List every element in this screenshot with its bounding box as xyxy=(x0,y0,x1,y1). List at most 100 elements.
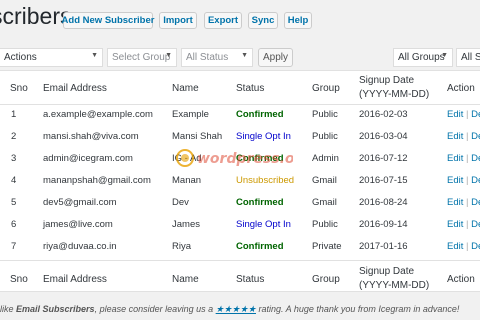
delete-link[interactable]: Del xyxy=(471,219,480,230)
add-new-subscriber-button[interactable]: Add New Subscriber xyxy=(62,12,154,29)
all-groups-select[interactable]: All Groups ▼ xyxy=(393,48,453,67)
row-name: Mansi Shah xyxy=(172,131,223,142)
foot-col-sno[interactable]: Sno xyxy=(10,274,28,285)
delete-link[interactable]: Del xyxy=(471,153,480,164)
edit-link[interactable]: Edit xyxy=(447,241,463,252)
row-group: Public xyxy=(312,131,338,142)
edit-link[interactable]: Edit xyxy=(447,197,463,208)
col-signup-date-format: (YYYY-MM-DD) xyxy=(359,89,430,100)
edit-link[interactable]: Edit xyxy=(447,153,463,164)
delete-link[interactable]: Del xyxy=(471,175,480,186)
row-actions: Edit | Del xyxy=(447,241,480,252)
row-status: Unsubscribed xyxy=(236,175,295,186)
action-separator: | xyxy=(463,109,472,120)
col-status[interactable]: Status xyxy=(236,83,264,94)
row-signup-date: 2017-01-16 xyxy=(359,241,408,252)
row-email: riya@duvaa.co.in xyxy=(43,241,117,252)
bulk-actions-select[interactable]: Actions ▼ xyxy=(0,48,103,67)
row-name: Riya xyxy=(172,241,192,252)
row-status: Single Opt In xyxy=(236,131,291,142)
foot-col-signup-date[interactable]: Signup Date xyxy=(359,266,414,277)
all-status-select[interactable]: All Status ▼ xyxy=(181,48,253,67)
row-name: Dev xyxy=(172,197,189,208)
all-groups-label: All Groups xyxy=(398,52,445,63)
export-button[interactable]: Export xyxy=(204,12,242,29)
bulk-actions-label: Actions xyxy=(4,52,37,63)
row-group: Public xyxy=(312,109,338,120)
import-button[interactable]: Import xyxy=(159,12,197,29)
row-actions: Edit | Del xyxy=(447,131,480,142)
rating-stars-link[interactable]: ★★★★★ xyxy=(216,304,256,314)
row-email: a.example@example.com xyxy=(43,109,153,120)
row-actions: Edit | Del xyxy=(447,197,480,208)
row-status: Confirmed xyxy=(236,109,284,120)
row-group: Public xyxy=(312,219,338,230)
row-email: mansi.shah@viva.com xyxy=(43,131,139,142)
select-group-select[interactable]: Select Group ▼ xyxy=(107,48,177,67)
action-separator: | xyxy=(463,197,472,208)
row-email: admin@icegram.com xyxy=(43,153,133,164)
col-signup-date[interactable]: Signup Date xyxy=(359,75,414,86)
foot-col-signup-date-format: (YYYY-MM-DD) xyxy=(359,280,430,291)
edit-link[interactable]: Edit xyxy=(447,219,463,230)
chevron-down-icon: ▼ xyxy=(441,52,448,59)
rating-footer: like Email Subscribers, please consider … xyxy=(0,304,459,315)
all-status-filter-label: All S xyxy=(461,52,480,63)
row-sno: 7 xyxy=(11,241,17,252)
edit-link[interactable]: Edit xyxy=(447,175,463,186)
row-sno: 3 xyxy=(11,153,17,164)
action-separator: | xyxy=(463,241,472,252)
row-actions: Edit | Del xyxy=(447,153,480,164)
chevron-down-icon: ▼ xyxy=(165,52,172,59)
col-sno[interactable]: Sno xyxy=(10,83,28,94)
col-group[interactable]: Group xyxy=(312,83,340,94)
col-name[interactable]: Name xyxy=(172,83,199,94)
row-sno: 1 xyxy=(11,109,17,120)
row-email: james@live.com xyxy=(43,219,113,230)
action-separator: | xyxy=(463,131,472,142)
row-status: Confirmed xyxy=(236,241,284,252)
select-group-label: Select Group xyxy=(112,52,171,63)
delete-link[interactable]: Del xyxy=(471,109,480,120)
edit-link[interactable]: Edit xyxy=(447,131,463,142)
delete-link[interactable]: Del xyxy=(471,131,480,142)
foot-col-group[interactable]: Group xyxy=(312,274,340,285)
row-signup-date: 2016-07-12 xyxy=(359,153,408,164)
footer-prefix: like xyxy=(0,304,17,314)
row-sno: 4 xyxy=(11,175,17,186)
row-group: Gmail xyxy=(312,197,337,208)
row-actions: Edit | Del xyxy=(447,175,480,186)
row-sno: 6 xyxy=(11,219,17,230)
row-signup-date: 2016-02-03 xyxy=(359,109,408,120)
col-email[interactable]: Email Address xyxy=(43,83,107,94)
footer-middle: , please consider leaving us a xyxy=(94,304,216,314)
row-status: Confirmed xyxy=(236,153,284,164)
foot-col-status[interactable]: Status xyxy=(236,274,264,285)
row-status: Confirmed xyxy=(236,197,284,208)
sync-button[interactable]: Sync xyxy=(248,12,278,29)
all-status-label: All Status xyxy=(186,52,229,63)
row-name: Manan xyxy=(172,175,202,186)
action-separator: | xyxy=(463,175,472,186)
row-signup-date: 2016-07-15 xyxy=(359,175,408,186)
row-actions: Edit | Del xyxy=(447,219,480,230)
footer-suffix: rating. A huge thank you from Icegram in… xyxy=(255,304,460,314)
row-name: Example xyxy=(172,109,209,120)
row-signup-date: 2016-08-24 xyxy=(359,197,408,208)
row-signup-date: 2016-03-04 xyxy=(359,131,408,142)
chevron-down-icon: ▼ xyxy=(241,52,248,59)
col-action: Action xyxy=(447,83,475,94)
delete-link[interactable]: Del xyxy=(471,197,480,208)
row-actions: Edit | Del xyxy=(447,109,480,120)
foot-col-name[interactable]: Name xyxy=(172,274,199,285)
all-status-filter-select[interactable]: All S xyxy=(456,48,480,67)
delete-link[interactable]: Del xyxy=(471,241,480,252)
row-email: dev5@gmail.com xyxy=(43,197,117,208)
edit-link[interactable]: Edit xyxy=(447,109,463,120)
help-button[interactable]: Help xyxy=(284,12,312,29)
footer-divider xyxy=(0,260,480,261)
apply-button[interactable]: Apply xyxy=(258,48,293,67)
foot-col-email[interactable]: Email Address xyxy=(43,274,107,285)
row-sno: 5 xyxy=(11,197,17,208)
row-name: James xyxy=(172,219,200,230)
